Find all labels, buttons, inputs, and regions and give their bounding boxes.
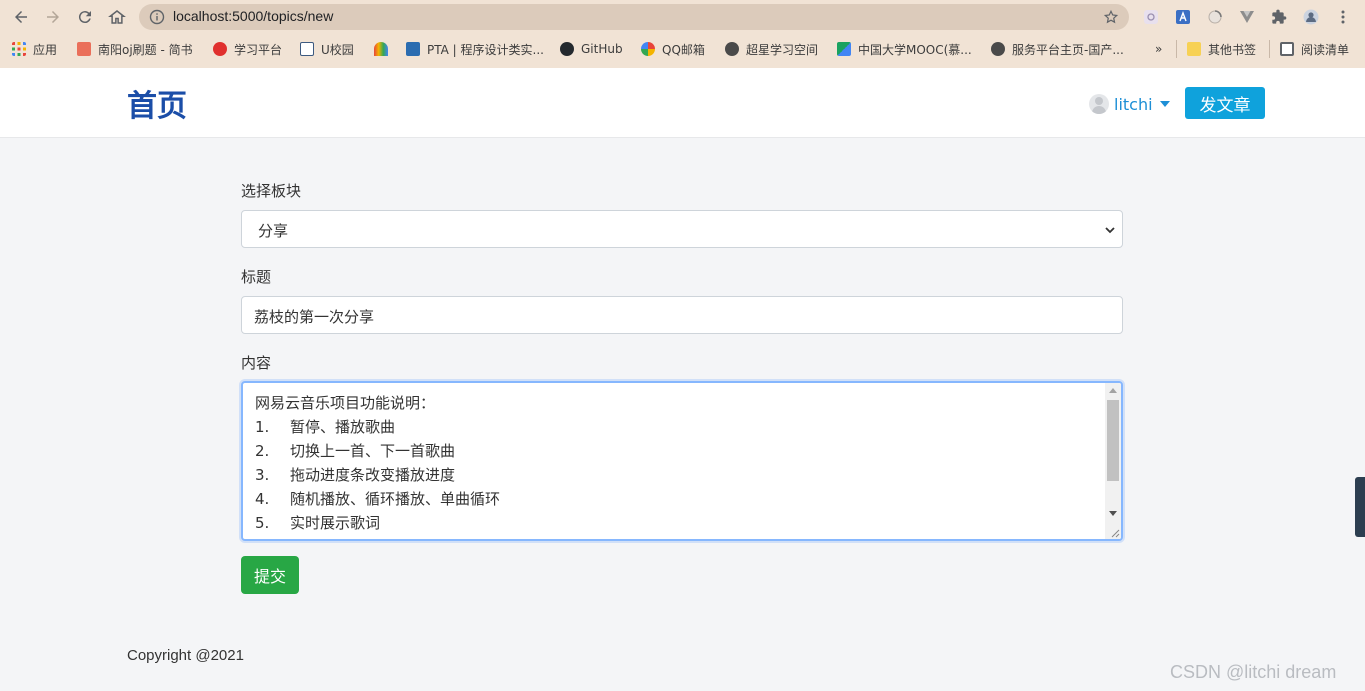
content-line[interactable]: 4. 随机播放、循环播放、单曲循环 <box>255 488 500 512</box>
submit-button[interactable]: 提交 <box>241 556 299 594</box>
textarea-scrollbar[interactable] <box>1105 383 1121 539</box>
u-campus-favicon-icon <box>300 42 314 56</box>
bookmark-qq-mail[interactable]: QQ邮箱 <box>641 40 705 58</box>
content-line[interactable]: 5. 实时展示歌词 <box>255 512 380 536</box>
back-arrow-icon[interactable] <box>10 6 32 28</box>
browser-toolbar: localhost:5000/topics/new <box>0 0 1365 34</box>
bookmark-pta[interactable]: PTA | 程序设计类实... <box>406 40 544 58</box>
avatar[interactable] <box>1089 94 1109 114</box>
footer-copyright: Copyright @2021 <box>127 647 244 664</box>
scroll-up-arrow-icon[interactable] <box>1109 388 1117 393</box>
bookmark-u-campus[interactable]: U校园 <box>300 40 354 58</box>
content-line[interactable]: 3. 拖动进度条改变播放进度 <box>255 464 455 488</box>
bookmark-rainbow[interactable] <box>374 40 395 58</box>
content-label: 内容 <box>241 354 272 372</box>
title-input[interactable]: 荔枝的第一次分享 <box>241 296 1123 334</box>
vue-devtools-icon[interactable] <box>1238 8 1256 26</box>
bookmark-folder-other[interactable]: 其他书签 <box>1187 40 1256 58</box>
chevron-down-icon[interactable] <box>1104 224 1116 236</box>
extension-grid-icon[interactable] <box>1142 8 1160 26</box>
profile-avatar-icon[interactable] <box>1302 8 1320 26</box>
study-platform-favicon-icon <box>213 42 227 56</box>
title-label: 标题 <box>241 268 272 286</box>
reading-list[interactable]: 阅读清单 <box>1280 40 1349 58</box>
title-input-value[interactable]: 荔枝的第一次分享 <box>254 306 374 327</box>
board-select[interactable]: 分享 <box>241 210 1123 248</box>
menu-kebab-icon[interactable] <box>1334 8 1352 26</box>
jianshu-favicon-icon <box>77 42 91 56</box>
content-line[interactable]: 1. 暂停、播放歌曲 <box>255 416 395 440</box>
reading-list-icon <box>1280 42 1294 56</box>
globe-icon <box>991 42 1005 56</box>
user-dropdown[interactable]: litchi <box>1089 92 1170 116</box>
bookmark-apps[interactable]: 应用 <box>12 40 57 58</box>
browser-chrome: localhost:5000/topics/new 应用 南阳oj刷题 - 简书… <box>0 0 1365 68</box>
post-article-button[interactable]: 发文章 <box>1185 87 1265 119</box>
apps-grid-icon <box>12 42 26 56</box>
globe-icon <box>725 42 739 56</box>
site-info-icon[interactable] <box>149 9 165 25</box>
forward-arrow-icon[interactable] <box>42 6 64 28</box>
extensions-puzzle-icon[interactable] <box>1270 8 1288 26</box>
content-heading[interactable]: 网易云音乐项目功能说明： <box>255 392 435 416</box>
address-url[interactable]: localhost:5000/topics/new <box>173 8 333 24</box>
bookmark-divider <box>1269 40 1270 58</box>
scrollbar-thumb[interactable] <box>1107 400 1119 481</box>
bookmark-divider <box>1176 40 1177 58</box>
bookmark-chaoxing[interactable]: 超星学习空间 <box>725 40 818 58</box>
qq-mail-favicon-icon <box>641 42 655 56</box>
content-line[interactable]: 2. 切换上一首、下一首歌曲 <box>255 440 455 464</box>
board-label: 选择板块 <box>241 182 302 200</box>
bookmark-star-icon[interactable] <box>1103 9 1119 25</box>
translate-extension-icon[interactable] <box>1174 8 1192 26</box>
folder-icon <box>1187 42 1201 56</box>
csdn-watermark: CSDN @litchi dream <box>1170 662 1337 682</box>
rainbow-favicon-icon <box>374 42 388 56</box>
board-select-value[interactable]: 分享 <box>258 220 288 241</box>
address-bar[interactable]: localhost:5000/topics/new <box>139 4 1129 30</box>
bookmarks-overflow-chevron[interactable]: » <box>1155 40 1162 58</box>
mooc-favicon-icon <box>837 42 851 56</box>
username[interactable]: litchi <box>1114 95 1153 114</box>
brand-home-link[interactable]: 首页 <box>127 81 187 125</box>
bookmark-mooc[interactable]: 中国大学MOOC(慕... <box>837 40 972 58</box>
github-favicon-icon <box>560 42 574 56</box>
content-textarea[interactable]: 网易云音乐项目功能说明： 1. 暂停、播放歌曲 2. 切换上一首、下一首歌曲 3. 拖… <box>241 381 1123 541</box>
side-floating-widget[interactable] <box>1355 477 1365 537</box>
spinner-extension-icon[interactable] <box>1206 8 1224 26</box>
bookmark-study-platform[interactable]: 学习平台 <box>213 40 282 58</box>
scroll-down-arrow-icon[interactable] <box>1109 511 1117 516</box>
resize-handle-icon[interactable] <box>1110 528 1120 538</box>
home-icon[interactable] <box>106 6 128 28</box>
reload-icon[interactable] <box>74 6 96 28</box>
bookmark-github[interactable]: GitHub <box>560 40 623 58</box>
app-navbar: 首页 litchi 发文章 <box>0 68 1365 138</box>
bookmark-jianshu[interactable]: 南阳oj刷题 - 简书 <box>77 40 193 58</box>
caret-down-icon[interactable] <box>1159 101 1170 107</box>
bookmarks-bar: 应用 南阳oj刷题 - 简书 学习平台 U校园 PTA | 程序设计类实... … <box>0 36 1365 62</box>
pta-favicon-icon <box>406 42 420 56</box>
bookmark-service-platform[interactable]: 服务平台主页-国产... <box>991 40 1124 58</box>
